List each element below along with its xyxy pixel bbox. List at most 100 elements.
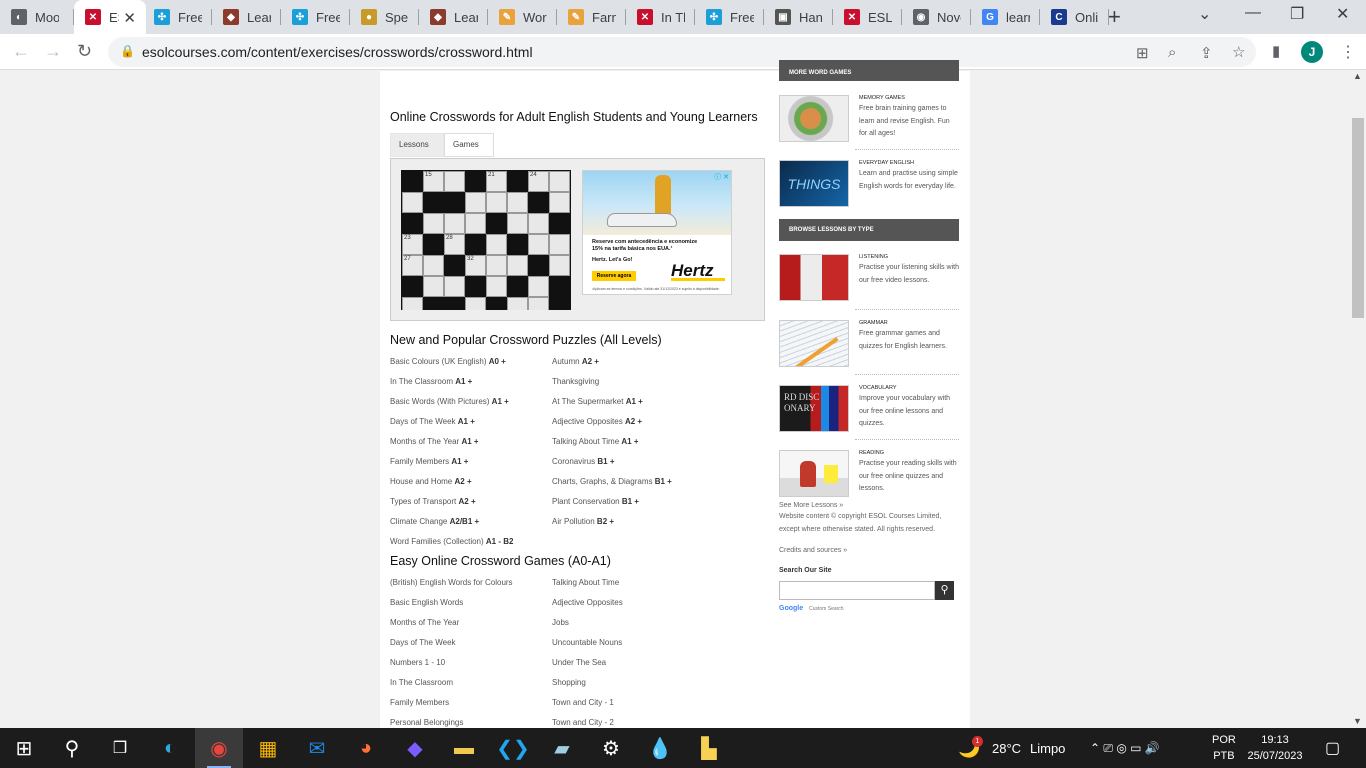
crossword-link[interactable]: Autumn A2 + [552,357,599,366]
taskbar-app-paint[interactable]: 💧 [636,728,684,768]
dictionary-thumbnail[interactable]: RD DISC ONARY [779,385,849,432]
crossword-link-text[interactable]: Types of Transport [390,497,456,506]
search-button[interactable]: ⚲ [48,728,96,768]
taskbar-app-firefox[interactable]: ◕ [342,728,390,768]
crossword-link[interactable]: Climate Change A2/B1 + [390,517,479,526]
bookmark-star-icon[interactable]: ☆ [1232,43,1245,61]
crossword-link-text[interactable]: Family Members [390,698,449,707]
sidebar-item-listening[interactable]: LISTENING Practise your listening skills… [779,254,959,314]
tab-15[interactable]: Glearn [971,0,1040,34]
crossword-link-text[interactable]: Days of The Week [390,417,456,426]
crossword-link-text[interactable]: Numbers 1 - 10 [390,658,445,667]
tab-7[interactable]: ◆ Learn [419,0,488,34]
crossword-link-text[interactable]: Talking About Time [552,578,619,587]
crossword-link-text[interactable]: Days of The Week [390,638,456,647]
taskbar-app-chrome[interactable]: ◉ [195,728,243,768]
reading-thumbnail[interactable] [779,450,849,497]
crossword-link-text[interactable]: Thanksgiving [552,377,599,386]
site-search-input[interactable] [779,581,935,600]
lock-icon[interactable]: 🔒 [120,44,135,58]
sidebar-item-everyday-english[interactable]: THINGS EVERYDAY ENGLISH Learn and practi… [779,160,959,220]
tab-4[interactable]: ◆ Learn [212,0,281,34]
tab-12[interactable]: ▣ Hang [764,0,833,34]
translate-icon[interactable]: ⊞ [1136,44,1149,62]
tab-10[interactable]: ✕ In Th [626,0,695,34]
crossword-link[interactable]: Coronavirus B1 + [552,457,615,466]
tab-search-icon[interactable]: ⌄ [1198,4,1211,24]
crossword-link[interactable]: Basic Colours (UK English) A0 + [390,357,506,366]
crossword-link-text[interactable]: Months of The Year [390,618,459,627]
crossword-link-text[interactable]: Charts, Graphs, & Diagrams [552,477,652,486]
crossword-link-text[interactable]: Talking About Time [552,437,619,446]
scrollbar-thumb[interactable] [1352,118,1364,318]
minimize-button[interactable]: — [1245,4,1261,22]
vocabulary-title[interactable]: VOCABULARY [859,385,897,391]
see-more-lessons-link[interactable]: See More Lessons » [779,502,843,509]
notebook-icon[interactable]: ▰ [554,736,569,761]
crossword-link-text[interactable]: Adjective Opposites [552,417,623,426]
task-view-button[interactable]: ❒ [96,728,144,768]
profile-avatar[interactable]: J [1301,41,1323,63]
crossword-link[interactable]: Family Members [390,698,449,707]
new-tab-button[interactable]: + [1108,4,1121,30]
games-menu-button[interactable]: Games ▾ [444,133,494,171]
crossword-link[interactable]: Adjective Opposites [552,598,623,607]
crossword-link[interactable]: Months of The Year A1 + [390,437,479,446]
url-text[interactable]: esolcourses.com/content/exercises/crossw… [142,44,533,60]
tab-6[interactable]: ● Spelli [350,0,419,34]
crossword-link[interactable]: Days of The Week A1 + [390,417,475,426]
crossword-link[interactable]: Numbers 1 - 10 [390,658,445,667]
tab-9[interactable]: ✎ Farm [557,0,626,34]
crossword-link-text[interactable]: At The Supermarket [552,397,623,406]
crossword-link-text[interactable]: In The Classroom [390,678,453,687]
crossword-link-text[interactable]: In The Classroom [390,377,453,386]
crossword-link-text[interactable]: Basic English Words [390,598,463,607]
files-icon[interactable]: ▙ [701,736,716,761]
tab-2[interactable]: ✕ ESL C ✕ [74,0,146,34]
crossword-link[interactable]: Types of Transport A2 + [390,497,476,506]
language-indicator[interactable]: POR PTB [1212,732,1236,764]
clock[interactable]: 19:13 25/07/2023 [1245,732,1305,764]
search-icon[interactable]: ⚲ [940,584,948,596]
crossword-link-text[interactable]: Family Members [390,457,449,466]
sidebar-item-memory-games[interactable]: MEMORY GAMES Free brain training games t… [779,95,959,155]
taskbar-app-notebook[interactable]: ▰ [538,728,586,768]
ad-info-icon[interactable]: ⓘ ✕ [714,172,729,182]
crossword-link[interactable]: Jobs [552,618,569,627]
crossword-link[interactable]: Adjective Opposites A2 + [552,417,642,426]
tab-close-icon[interactable]: ✕ [123,9,136,27]
crossword-link[interactable]: At The Supermarket A1 + [552,397,643,406]
edge-icon[interactable]: ◐ [164,737,176,760]
lessons-menu-button[interactable]: Lessons ▾ [390,133,444,171]
chrome-icon[interactable]: ◉ [210,736,227,761]
crossword-link-text[interactable]: Adjective Opposites [552,598,623,607]
crossword-link-text[interactable]: Town and City - 2 [552,718,614,727]
close-window-button[interactable]: ✕ [1336,4,1349,24]
taskbar-app-files[interactable]: ▙ [685,728,733,768]
taskbar-app-edge[interactable]: ◐ [146,728,194,768]
crossword-link-text[interactable]: Autumn [552,357,580,366]
notification-icon[interactable]: ▢ [1325,728,1340,768]
forward-button[interactable]: → [44,41,62,62]
crossword-link[interactable]: Basic English Words [390,598,463,607]
crossword-link-text[interactable]: Basic Words (With Pictures) [390,397,489,406]
scroll-down-icon[interactable]: ▼ [1353,716,1362,726]
listening-title[interactable]: LISTENING [859,254,888,260]
side-panel-icon[interactable]: ▮ [1272,42,1280,60]
crossword-link-text[interactable]: Shopping [552,678,586,687]
tab-1[interactable]: ◐ Moon [0,0,74,34]
everyday-english-title[interactable]: EVERYDAY ENGLISH [859,160,914,166]
crossword-link[interactable]: Basic Words (With Pictures) A1 + [390,397,509,406]
crossword-link-text[interactable]: Air Pollution [552,517,595,526]
taskbar-app-settings[interactable]: ⚙ [587,728,635,768]
tab-14[interactable]: ◉ Novo [902,0,971,34]
crossword-link[interactable]: Under The Sea [552,658,606,667]
tab-13[interactable]: ✕ ESL C [833,0,902,34]
ad-reserve-button[interactable]: Reserve agora [592,271,636,281]
crossword-link[interactable]: Thanksgiving [552,377,599,386]
sidebar-item-grammar[interactable]: GRAMMAR Free grammar games and quizzes f… [779,320,959,380]
crossword-link-text[interactable]: House and Home [390,477,452,486]
back-button[interactable]: ← [12,41,30,62]
crossword-link[interactable]: In The Classroom A1 + [390,377,472,386]
mail-icon[interactable]: ✉ [309,736,326,761]
